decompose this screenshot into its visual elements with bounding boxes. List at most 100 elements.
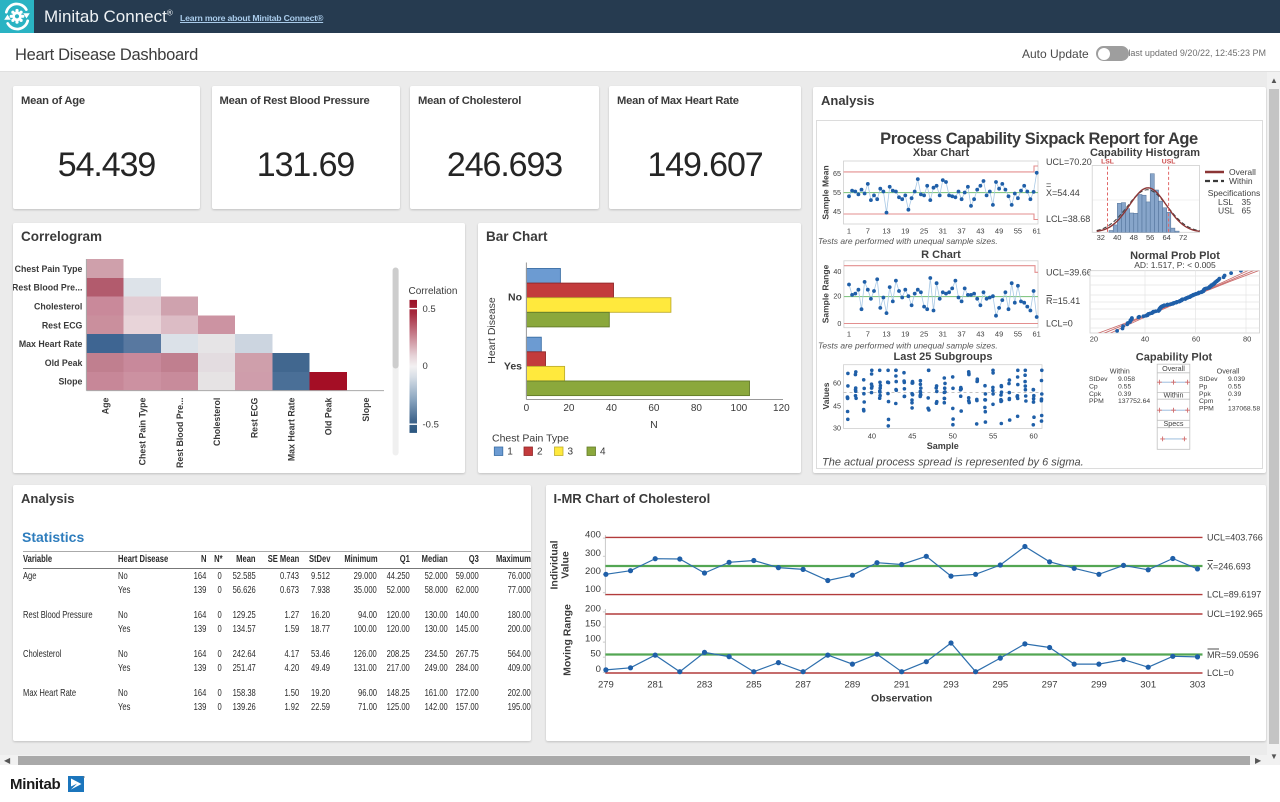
svg-text:LCL=38.68: LCL=38.68 [1046,214,1090,224]
svg-text:61: 61 [1033,227,1041,236]
svg-text:100: 100 [585,634,601,645]
svg-text:3: 3 [568,446,574,457]
svg-text:Tests are performed with unequ: Tests are performed with unequal sample … [818,341,998,351]
svg-text:40: 40 [1113,233,1121,242]
svg-text:0: 0 [423,360,428,371]
svg-text:60: 60 [648,403,660,414]
svg-text:USL: USL [1218,206,1235,216]
svg-text:0.55: 0.55 [1118,383,1131,390]
svg-text:45: 45 [833,402,841,411]
svg-text:0: 0 [595,664,600,675]
svg-text:Within: Within [1229,176,1253,186]
svg-text:283: 283 [696,680,712,691]
svg-text:Rest ECG: Rest ECG [249,397,259,438]
svg-text:56: 56 [1146,233,1154,242]
svg-text:279: 279 [597,680,613,691]
svg-text:Max Heart Rate: Max Heart Rate [287,397,297,461]
svg-text:48: 48 [1130,233,1138,242]
svg-text:Cpm: Cpm [1199,398,1214,405]
svg-text:65: 65 [1242,206,1252,216]
svg-text:Cp: Cp [1089,383,1098,390]
svg-text:The actual process spread is r: The actual process spread is represented… [822,457,1084,469]
svg-text:X=54.44: X=54.44 [1046,188,1080,198]
svg-text:Correlation: Correlation [409,286,458,297]
svg-text:Capability Plot: Capability Plot [1136,352,1213,364]
svg-text:49: 49 [995,330,1003,339]
svg-text:32: 32 [1097,233,1105,242]
svg-text:Max Heart Rate: Max Heart Rate [19,339,83,349]
svg-text:StDev: StDev [1199,376,1218,383]
svg-text:IndividualValue: IndividualValue [548,540,571,589]
svg-text:N: N [650,419,658,431]
svg-text:49: 49 [995,227,1003,236]
svg-text:60: 60 [833,379,841,388]
svg-text:72: 72 [1179,233,1187,242]
svg-text:Values: Values [821,382,831,409]
svg-text:301: 301 [1140,680,1156,691]
svg-text:PPM: PPM [1089,398,1104,405]
svg-text:Sample Range: Sample Range [821,264,831,323]
svg-text:80: 80 [691,403,703,414]
svg-text:13: 13 [882,330,890,339]
svg-text:X=246.693: X=246.693 [1207,562,1251,572]
svg-text:150: 150 [585,619,601,630]
svg-text:Within: Within [1164,391,1184,400]
svg-text:Rest Blood Pre...: Rest Blood Pre... [175,397,185,467]
svg-text:65: 65 [833,169,841,178]
svg-text:Ppk: Ppk [1199,391,1211,398]
svg-text:Yes: Yes [504,360,522,372]
svg-text:Cholesterol: Cholesterol [212,397,222,445]
svg-text:Sample Mean: Sample Mean [821,165,831,219]
svg-text:287: 287 [795,680,811,691]
svg-text:0.39: 0.39 [1118,391,1131,398]
svg-text:61: 61 [1033,330,1041,339]
svg-text:20: 20 [563,403,575,414]
svg-text:Chest Pain Type: Chest Pain Type [138,397,148,465]
svg-text:Age: Age [101,397,111,414]
svg-text:LCL=89.6197: LCL=89.6197 [1207,590,1261,600]
svg-text:Process Capability Sixpack Rep: Process Capability Sixpack Report for Ag… [880,130,1198,148]
svg-text:7: 7 [866,227,870,236]
svg-text:0: 0 [524,403,530,414]
svg-text:R=15.41: R=15.41 [1046,296,1080,306]
svg-text:LCL=0: LCL=0 [1046,319,1073,329]
svg-text:Overall: Overall [1162,364,1185,373]
svg-text:45: 45 [833,207,841,216]
svg-text:UCL=70.20: UCL=70.20 [1046,157,1092,167]
svg-text:19: 19 [901,227,909,236]
svg-text:281: 281 [647,680,663,691]
svg-text:137068.58: 137068.58 [1228,406,1260,413]
svg-text:Slope: Slope [361,397,371,421]
svg-text:25: 25 [920,330,928,339]
svg-text:0.5: 0.5 [423,304,436,315]
svg-text:Cholesterol: Cholesterol [34,301,82,311]
svg-text:Chest Pain Type: Chest Pain Type [15,263,83,273]
svg-text:1: 1 [507,446,513,457]
svg-text:137752.64: 137752.64 [1118,398,1150,405]
svg-text:55: 55 [1014,330,1022,339]
svg-text:13: 13 [882,227,890,236]
svg-text:Specs: Specs [1164,419,1184,428]
svg-text:30: 30 [833,424,841,433]
svg-text:37: 37 [957,330,965,339]
svg-text:Old Peak: Old Peak [45,357,83,367]
svg-text:40: 40 [606,403,618,414]
svg-text:UCL=192.965: UCL=192.965 [1207,609,1263,619]
svg-text:Heart Disease: Heart Disease [486,297,498,364]
svg-text:120: 120 [773,403,790,414]
svg-text:Pp: Pp [1199,383,1208,390]
svg-text:Old Peak: Old Peak [324,397,334,435]
svg-text:Rest ECG: Rest ECG [42,320,83,330]
svg-text:Within: Within [1110,366,1130,375]
svg-text:60: 60 [1192,335,1200,344]
svg-text:293: 293 [943,680,959,691]
svg-text:297: 297 [1041,680,1057,691]
svg-text:303: 303 [1189,680,1205,691]
svg-text:300: 300 [585,548,601,559]
svg-text:Last 25 Subgroups: Last 25 Subgroups [893,351,992,363]
svg-text:UCL=39.66: UCL=39.66 [1046,268,1092,278]
svg-text:Chest Pain Type: Chest Pain Type [492,432,569,444]
svg-text:Xbar Chart: Xbar Chart [913,147,970,159]
svg-text:LCL=0: LCL=0 [1207,668,1234,678]
svg-text:60: 60 [1029,432,1037,441]
